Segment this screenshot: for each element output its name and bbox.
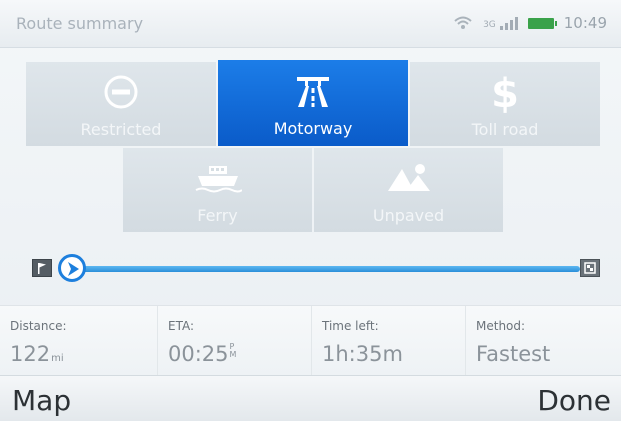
dollar-icon: $ [490,70,520,114]
route-summary-screen: Route summary 3G 10:49 Restricted Motorw… [0,0,621,421]
option-restricted-label: Restricted [80,119,162,139]
no-entry-icon [103,70,139,114]
option-unpaved-label: Unpaved [372,205,445,225]
route-line [70,266,580,272]
battery-icon [527,17,557,29]
eta-value-wrap: 00:25P M [168,342,236,366]
eta-ampm-bottom: M [229,350,237,359]
screen-title: Route summary [16,14,144,33]
distance-value: 122 [10,342,51,366]
option-toll-road-label: Toll road [471,119,539,139]
eta-caption: ETA: [168,319,195,333]
distance-unit: mi [51,353,64,364]
done-softkey[interactable]: Done [537,384,611,417]
option-restricted[interactable]: Restricted [26,62,216,146]
option-toll-road[interactable]: $ Toll road [410,62,600,146]
eta-value: 00:25 [168,342,229,366]
option-motorway-label: Motorway [273,118,353,138]
network-type: 3G [483,20,496,30]
status-icons: 3G 10:49 [453,14,607,32]
method-caption: Method: [476,319,526,333]
eta-ampm: PM [230,343,237,359]
time-left-cell: Time left: 1h:35m [311,306,465,376]
motorway-icon [293,69,333,113]
svg-text:$: $ [491,71,519,114]
start-flag-icon [32,259,52,277]
option-unpaved[interactable]: Unpaved [314,148,503,232]
unpaved-road-icon [384,156,434,200]
time-left-value: 1h:35m [322,342,403,366]
ferry-icon [194,156,242,200]
current-position-icon[interactable] [58,254,86,282]
clock: 10:49 [563,14,607,32]
route-options: Restricted Motorway $ Toll road Ferry Un… [0,48,621,238]
signal-strength-icon: 3G [483,16,518,30]
route-progress [0,240,621,300]
destination-flag-icon [580,259,600,277]
method-cell[interactable]: Method: Fastest [465,306,621,376]
option-ferry-label: Ferry [197,205,238,225]
distance-value-wrap: 122mi [10,342,64,366]
time-left-caption: Time left: [322,319,379,333]
status-bar: Route summary 3G 10:49 [0,0,621,48]
map-softkey[interactable]: Map [12,384,71,417]
option-motorway[interactable]: Motorway [218,60,408,146]
distance-caption: Distance: [10,319,67,333]
option-ferry[interactable]: Ferry [123,148,312,232]
softkey-bar: Map Done [0,375,621,421]
eta-cell: ETA: 00:25P M [157,306,311,376]
route-info: Distance: 122mi ETA: 00:25P M Time left: … [0,305,621,376]
distance-cell: Distance: 122mi [0,306,154,376]
wifi-icon [453,16,473,30]
method-value: Fastest [476,342,551,366]
